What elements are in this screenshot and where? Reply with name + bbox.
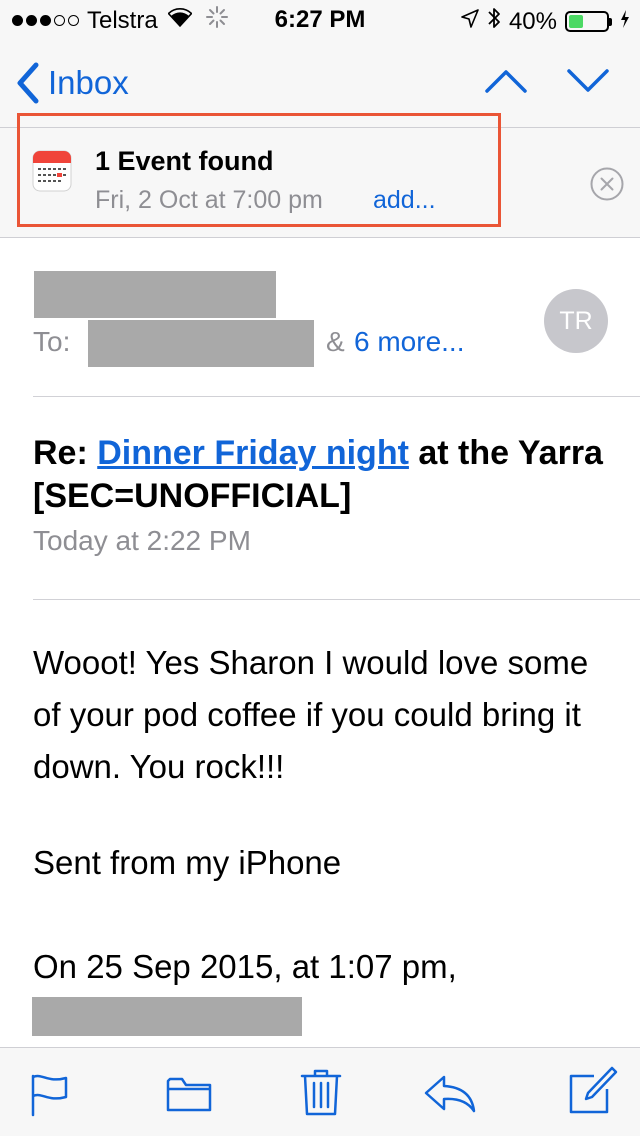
chevron-down-icon (567, 69, 609, 92)
ampersand: & (326, 326, 345, 357)
previous-message-button[interactable] (484, 68, 528, 99)
next-message-button[interactable] (566, 68, 610, 99)
bluetooth-icon (487, 6, 501, 37)
message-navigation (484, 68, 610, 99)
chevron-up-icon (485, 70, 527, 93)
flag-icon (31, 1074, 68, 1117)
sender-redacted (34, 271, 276, 318)
header-divider (33, 396, 640, 397)
charging-icon (620, 8, 630, 36)
battery-percent: 40% (508, 7, 557, 35)
reply-button[interactable] (424, 1075, 476, 1118)
event-date: Fri, 2 Oct at 7:00 pm (95, 186, 323, 214)
chevron-left-icon (17, 62, 39, 104)
location-icon (461, 8, 479, 36)
trash-button[interactable] (300, 1068, 342, 1121)
back-to-inbox-button[interactable]: Inbox (16, 62, 129, 104)
message-subject: Re: Dinner Friday night at the Yarra [SE… (33, 432, 613, 518)
event-title: 1 Event found (95, 146, 274, 176)
subject-divider (33, 599, 640, 600)
compose-button[interactable] (568, 1066, 618, 1121)
dismiss-event-button[interactable] (590, 167, 624, 206)
folder-icon (166, 1077, 212, 1112)
subject-prefix: Re: (33, 434, 98, 472)
subject-event-link[interactable]: Dinner Friday night (97, 434, 409, 472)
message-body: Wooot! Yes Sharon I would love some of y… (33, 644, 589, 785)
move-to-folder-button[interactable] (166, 1076, 212, 1117)
battery-icon (565, 11, 612, 32)
back-label: Inbox (48, 64, 129, 101)
sender-avatar: TR (544, 289, 608, 353)
compose-icon (569, 1066, 618, 1114)
status-right: 40% (461, 6, 630, 37)
calendar-icon (32, 150, 72, 197)
reply-icon (424, 1075, 476, 1113)
bottom-toolbar (0, 1047, 640, 1136)
status-bar: Telstra 6:27 PM 40% (0, 0, 640, 40)
quoted-sender-redacted (32, 997, 302, 1036)
more-recipients-link[interactable]: 6 more... (354, 326, 464, 358)
flag-button[interactable] (30, 1073, 70, 1122)
close-circle-icon (590, 167, 624, 201)
trash-icon (300, 1069, 342, 1116)
add-event-button[interactable]: add... (373, 186, 436, 215)
message-signature: Sent from my iPhone (33, 844, 342, 881)
quote-intro: On 25 Sep 2015, at 1:07 pm, (33, 948, 457, 985)
message-date: Today at 2:22 PM (33, 525, 251, 556)
to-label: To: (33, 326, 71, 357)
recipient-redacted (88, 320, 314, 367)
